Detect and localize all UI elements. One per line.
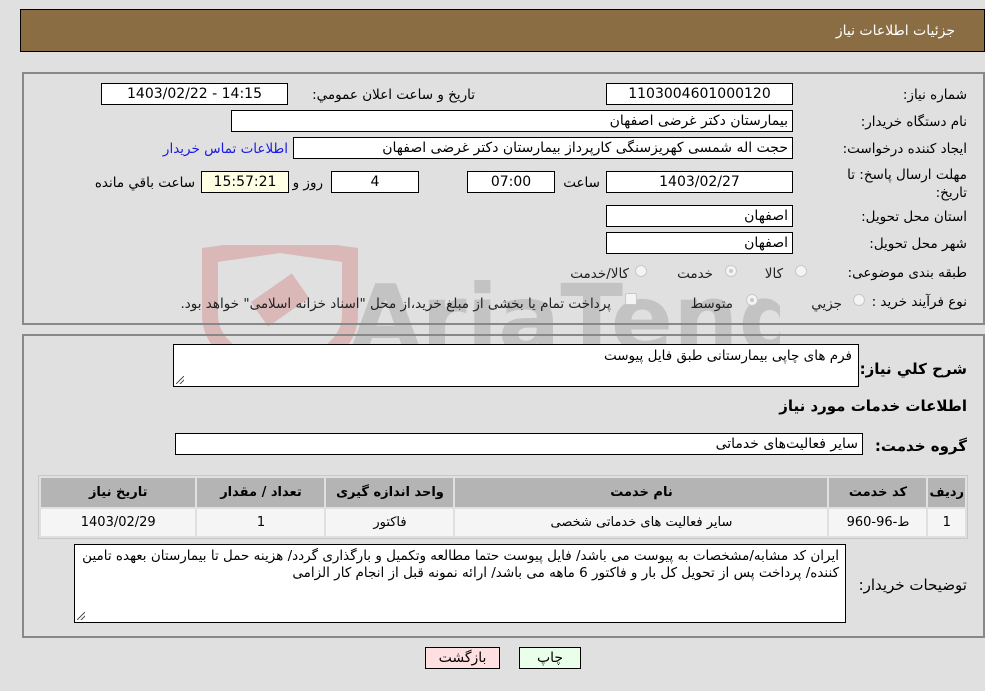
need-number-label: شماره نیاز: [902,87,967,103]
process-label: نوع فرآیند خرید : [871,294,967,310]
col-header-need-date: تاریخ نیاز [41,478,196,507]
service-group-field: سایر فعالیت‌های خدماتی [175,433,863,455]
page-header: جزئیات اطلاعات نیاز [20,9,985,52]
cell-quantity: 1 [197,509,325,536]
cell-need-date: 1403/02/29 [41,509,196,536]
services-heading: اطلاعات خدمات مورد نیاز [779,397,967,415]
process-option-minor: جزيي [811,296,842,312]
buyer-notes-text: ایران کد مشابه/مشخصات به پیوست می باشد/ … [82,548,839,581]
process-radio-medium[interactable] [746,294,758,306]
summary-textarea[interactable]: فرم های چاپی بیمارستانی طبق فایل پیوست [173,344,859,387]
col-header-row-number: ردیف [928,478,965,507]
category-option-goods: کالا [764,266,783,282]
summary-label: شرح کلي نياز: [859,360,967,378]
summary-text: فرم های چاپی بیمارستانی طبق فایل پیوست [603,348,852,364]
col-header-service-name: نام خدمت [455,478,828,507]
category-label: طبقه بندی موضوعی: [847,265,967,281]
buyer-org-field: بیمارستان دکتر غرضی اصفهان [231,110,793,132]
page-title: جزئیات اطلاعات نیاز [835,23,955,39]
deadline-time-label: ساعت [563,175,600,191]
category-radio-goods-service[interactable] [635,265,647,277]
creator-field: حجت اله شمسی کهریزسنگی کارپرداز بیمارستا… [293,137,793,159]
buyer-contact-link[interactable]: اطلاعات تماس خريدار [163,141,288,157]
days-remaining-field: 4 [331,171,419,193]
remaining-time-field: 15:57:21 [201,171,289,193]
buyer-notes-textarea[interactable]: ایران کد مشابه/مشخصات به پیوست می باشد/ … [74,544,846,623]
col-header-service-code: کد خدمت [829,478,927,507]
deadline-time-field: 07:00 [467,171,555,193]
deadline-date-field: 1403/02/27 [606,171,793,193]
cell-service-code: ط-96-960 [829,509,927,536]
back-button[interactable]: بازگشت [425,647,500,669]
buyer-notes-label: توضیحات خريدار: [858,576,967,594]
table-header-row: ردیف کد خدمت نام خدمت واحد اندازه گیری ت… [41,478,965,507]
city-field: اصفهان [606,232,793,254]
category-radio-goods[interactable] [795,265,807,277]
category-radio-service[interactable] [725,265,737,277]
print-button[interactable]: چاپ [519,647,581,669]
treasury-checkbox[interactable] [625,293,637,305]
creator-label: ايجاد کننده درخواست: [842,141,967,157]
need-number-field: 1103004601000120 [606,83,793,105]
service-group-label: گروه خدمت: [874,437,967,455]
col-header-quantity: تعداد / مقدار [197,478,325,507]
deadline-label: مهلت ارسال پاسخ: تا تاریخ: [847,167,967,201]
province-field: اصفهان [606,205,793,227]
resize-grip-icon[interactable] [77,612,85,620]
cell-unit: فاکتور [326,509,454,536]
table-row: 1 ط-96-960 سایر فعالیت های خدماتی شخصی ف… [41,509,965,536]
category-option-goods-service: کالا/خدمت [570,266,629,282]
city-label: شهر محل تحویل: [869,236,967,252]
process-radio-minor[interactable] [853,294,865,306]
category-option-service: خدمت [677,266,713,282]
announce-label: تاریخ و ساعت اعلان عمومي: [312,87,475,103]
buyer-org-label: نام دستگاه خريدار: [860,114,967,130]
days-label: روز و [292,175,323,191]
cell-row-number: 1 [928,509,965,536]
col-header-unit: واحد اندازه گیری [326,478,454,507]
announce-datetime-field: 1403/02/22 - 14:15 [101,83,288,105]
resize-grip-icon[interactable] [176,376,184,384]
province-label: استان محل تحویل: [861,209,967,225]
remaining-time-label: ساعت باقي مانده [94,175,195,191]
cell-service-name: سایر فعالیت های خدماتی شخصی [455,509,828,536]
treasury-note: پرداخت تمام يا بخشی از مبلغ خرید،از محل … [180,296,611,312]
process-option-medium: متوسط [690,296,733,312]
services-table: ردیف کد خدمت نام خدمت واحد اندازه گیری ت… [38,475,968,539]
